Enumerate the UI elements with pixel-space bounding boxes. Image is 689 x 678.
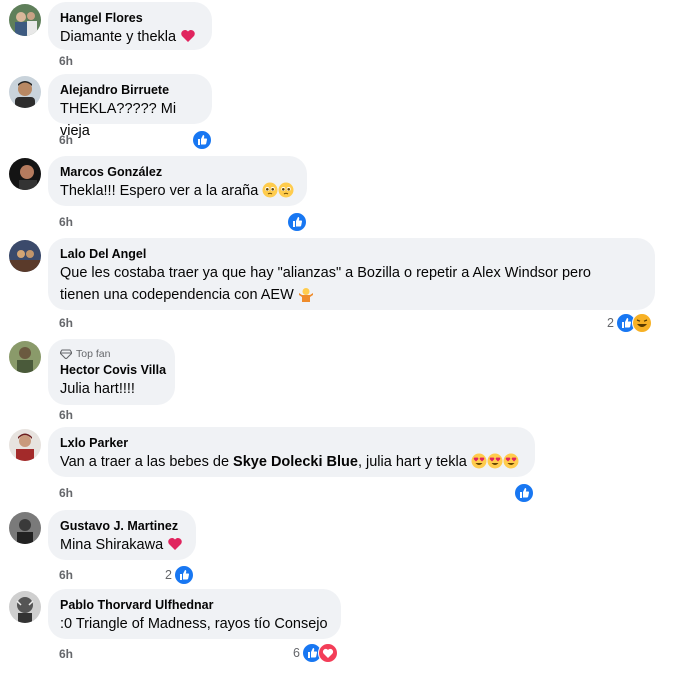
avatar[interactable] [9, 76, 41, 108]
comment-text-content: Diamante y thekla [60, 29, 177, 45]
avatar[interactable] [9, 591, 41, 623]
pleading-face-emoji-icon [278, 182, 294, 198]
comment-text: Julia hart!!!! [60, 381, 135, 397]
diamond-icon [60, 349, 72, 359]
comment-bubble: Alejandro Birruete THEKLA????? Mi vieja [48, 74, 212, 139]
heart-emoji-icon [168, 538, 182, 550]
reaction-count: 2 [607, 316, 614, 330]
avatar[interactable] [9, 4, 41, 36]
reaction-summary[interactable] [287, 212, 307, 232]
comment-timestamp[interactable]: 6h [59, 133, 73, 147]
comment-bubble: Top fan Hector Covis Villa Julia hart!!!… [48, 339, 175, 405]
comment-text: :0 Triangle of Madness, rayos tío Consej… [60, 616, 328, 632]
comment-author[interactable]: Marcos González [60, 164, 295, 180]
reaction-count: 2 [165, 568, 172, 582]
comment-timestamp[interactable]: 6h [59, 647, 73, 661]
comment-timestamp[interactable]: 6h [59, 215, 73, 229]
top-fan-badge: Top fan [60, 347, 163, 361]
comment-text: THEKLA????? Mi vieja [60, 101, 177, 139]
avatar[interactable] [9, 341, 41, 373]
comment-text: Mina Shirakawa [60, 534, 184, 556]
comment-text-content: , julia hart y tekla [357, 454, 467, 470]
pleading-face-emoji-icon [262, 182, 278, 198]
comment-bubble: Lxlo Parker Van a traer a las bebes de S… [48, 427, 535, 477]
like-reaction-icon [514, 483, 534, 503]
comment-text-content: Thekla!!! Espero ver a la araña [60, 183, 259, 199]
comment-timestamp[interactable]: 6h [59, 486, 73, 500]
laughing-reaction-icon [631, 313, 652, 333]
comment-text: Diamante y thekla [60, 26, 200, 48]
comment-author[interactable]: Gustavo J. Martinez [60, 518, 184, 534]
badge-label: Top fan [76, 348, 111, 360]
comment-text: Thekla!!! Espero ver a la araña [60, 180, 295, 202]
reaction-summary[interactable]: 2 [165, 565, 194, 585]
avatar[interactable] [9, 429, 41, 461]
comment-author[interactable]: Lalo Del Angel [60, 246, 643, 262]
reaction-summary[interactable]: 2 [607, 313, 652, 333]
like-reaction-icon [173, 565, 194, 585]
comment-bubble: Lalo Del Angel Que les costaba traer ya … [48, 238, 655, 310]
comment-author[interactable]: Hangel Flores [60, 10, 200, 26]
avatar[interactable] [9, 158, 41, 190]
avatar[interactable] [9, 512, 41, 544]
comment-timestamp[interactable]: 6h [59, 568, 73, 582]
like-reaction-icon [287, 212, 307, 232]
reaction-summary[interactable] [514, 483, 534, 503]
comment-author[interactable]: Alejandro Birruete [60, 82, 200, 98]
comment-bubble: Marcos González Thekla!!! Espero ver a l… [48, 156, 307, 206]
heart-eyes-emoji-icon [471, 453, 487, 469]
comment-text-content: Mina Shirakawa [60, 537, 164, 553]
comment-author[interactable]: Lxlo Parker [60, 435, 523, 451]
comment-bubble: Hangel Flores Diamante y thekla [48, 2, 212, 50]
reaction-count: 6 [293, 646, 300, 660]
comment-author[interactable]: Hector Covis Villa [60, 362, 166, 378]
reaction-summary[interactable] [192, 130, 212, 150]
comment-author[interactable]: Pablo Thorvard Ulfhednar [60, 597, 329, 613]
comment-bubble: Pablo Thorvard Ulfhednar :0 Triangle of … [48, 589, 341, 639]
heart-eyes-emoji-icon [487, 453, 503, 469]
love-reaction-icon [317, 643, 338, 663]
avatar[interactable] [9, 240, 41, 272]
comment-timestamp[interactable]: 6h [59, 316, 73, 330]
comment-text: Que les costaba traer ya que hay "alianz… [60, 265, 591, 281]
like-reaction-icon [192, 130, 212, 150]
person-shrugging-emoji-icon [298, 288, 313, 302]
comment-text-content: tienen una codependencia con AEW [60, 287, 294, 303]
comment-timestamp[interactable]: 6h [59, 54, 73, 68]
comment-text: Van a traer a las bebes de Skye Dolecki … [60, 451, 523, 473]
comment-bubble: Gustavo J. Martinez Mina Shirakawa [48, 510, 196, 560]
heart-emoji-icon [181, 30, 195, 42]
heart-eyes-emoji-icon [503, 453, 519, 469]
mention-link[interactable]: Skye Dolecki Blue [233, 454, 358, 470]
comment-text-content: Van a traer a las bebes de [60, 454, 234, 470]
reaction-summary[interactable]: 6 [293, 643, 338, 663]
comment-timestamp[interactable]: 6h [59, 408, 73, 422]
comment-text: tienen una codependencia con AEW [60, 284, 643, 306]
